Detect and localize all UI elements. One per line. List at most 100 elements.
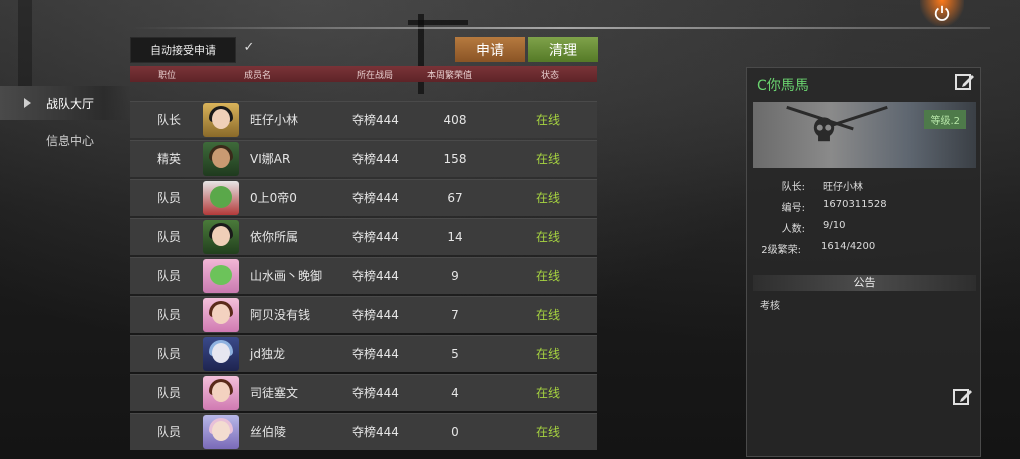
- table-row[interactable]: 精英 VI娜AR 夺榜444 158 在线: [130, 140, 597, 177]
- member-status: 在线: [535, 347, 560, 361]
- member-status: 在线: [535, 191, 560, 205]
- member-name: 旺仔小林: [250, 113, 299, 127]
- member-zone: 夺榜444: [352, 191, 399, 205]
- member-name: VI娜AR: [250, 152, 291, 166]
- member-score: 9: [451, 269, 459, 283]
- table-row[interactable]: 队员 司徒塞文 夺榜444 4 在线: [130, 374, 597, 411]
- team-emblem: 等级.2: [753, 102, 976, 168]
- table-row[interactable]: 队员 依你所属 夺榜444 14 在线: [130, 218, 597, 255]
- avatar: [203, 415, 239, 449]
- header-zone: 所在战局: [357, 71, 394, 81]
- table-row[interactable]: 队员 丝伯陵 夺榜444 0 在线: [130, 413, 597, 450]
- nav-item-info-center[interactable]: 信息中心: [0, 123, 130, 157]
- skull-emblem-icon: [813, 117, 835, 142]
- apply-button[interactable]: 申请: [455, 37, 525, 62]
- member-status: 在线: [535, 152, 560, 166]
- member-name: 0上0帝0: [250, 191, 297, 205]
- member-status: 在线: [535, 230, 560, 244]
- table-row[interactable]: 队员 0上0帝0 夺榜444 67 在线: [130, 179, 597, 216]
- table-row[interactable]: 队员 jd独龙 夺榜444 5 在线: [130, 335, 597, 372]
- power-button[interactable]: [920, 0, 964, 26]
- header-role: 职位: [158, 71, 177, 81]
- avatar: [203, 298, 239, 332]
- member-zone: 夺榜444: [352, 386, 399, 400]
- member-role: 队员: [156, 191, 181, 205]
- member-zone: 夺榜444: [352, 308, 399, 322]
- member-role: 队长: [156, 113, 181, 127]
- member-zone: 夺榜444: [352, 230, 399, 244]
- table-row[interactable]: 队员 阿贝没有钱 夺榜444 7 在线: [130, 296, 597, 333]
- nav-item-label: 信息中心: [46, 133, 95, 148]
- member-score: 4: [451, 386, 459, 400]
- member-status: 在线: [535, 113, 560, 127]
- prosperity-value: 1614/4200: [821, 241, 876, 252]
- edit-icon: [953, 389, 972, 405]
- member-score: 14: [447, 230, 463, 244]
- captain-label: 队长:: [781, 182, 805, 193]
- member-list: 队长 旺仔小林 夺榜444 408 在线 精英 VI娜AR 夺榜444 158 …: [130, 101, 597, 452]
- prosperity-label: 2级繁荣:: [761, 245, 801, 256]
- auto-accept-label: 自动接受申请: [130, 37, 236, 63]
- team-info-panel: C你馬馬 等级.2 队长: 旺仔小林 编号: 1670311528 人数: 9/…: [746, 67, 981, 457]
- checkmark-icon: ✓: [243, 40, 255, 55]
- table-row[interactable]: 队员 山水画丶晚御 夺榜444 9 在线: [130, 257, 597, 294]
- member-name: 丝伯陵: [250, 425, 287, 439]
- member-status: 在线: [535, 425, 560, 439]
- id-value: 1670311528: [823, 199, 887, 210]
- member-role: 队员: [156, 269, 181, 283]
- notice-text: 考核: [760, 301, 780, 312]
- member-role: 队员: [156, 347, 181, 361]
- count-value: 9/10: [823, 220, 846, 231]
- member-role: 队员: [156, 230, 181, 244]
- background-tree: [18, 0, 32, 90]
- member-name: jd独龙: [250, 347, 285, 361]
- table-row[interactable]: 队长 旺仔小林 夺榜444 408 在线: [130, 101, 597, 138]
- header-name: 成员名: [244, 71, 272, 81]
- member-status: 在线: [535, 386, 560, 400]
- avatar: [203, 103, 239, 137]
- member-score: 158: [443, 152, 467, 166]
- avatar: [203, 220, 239, 254]
- edit-notice-button[interactable]: [952, 386, 974, 408]
- avatar: [203, 337, 239, 371]
- member-score: 7: [451, 308, 459, 322]
- arrow-right-icon: [24, 98, 31, 108]
- clear-button[interactable]: 清理: [528, 37, 598, 62]
- auto-accept-checkbox[interactable]: ✓: [242, 41, 256, 55]
- count-label: 人数:: [781, 224, 805, 235]
- member-status: 在线: [535, 308, 560, 322]
- nav-item-team-hall[interactable]: 战队大厅: [0, 86, 130, 120]
- member-status: 在线: [535, 269, 560, 283]
- member-score: 0: [451, 425, 459, 439]
- member-name: 阿贝没有钱: [250, 308, 311, 322]
- member-zone: 夺榜444: [352, 269, 399, 283]
- background-pole: [418, 14, 424, 94]
- member-zone: 夺榜444: [352, 347, 399, 361]
- header-score: 本周繁荣值: [427, 71, 473, 81]
- avatar: [203, 142, 239, 176]
- member-zone: 夺榜444: [352, 113, 399, 127]
- header-status: 状态: [541, 71, 560, 81]
- power-icon: [934, 5, 950, 21]
- member-score: 67: [447, 191, 463, 205]
- member-table-header: 职位 成员名 所在战局 本周繁荣值 状态: [130, 66, 597, 82]
- side-nav: 战队大厅 信息中心: [0, 86, 130, 157]
- edit-team-button[interactable]: [954, 71, 976, 93]
- team-name: C你馬馬: [757, 78, 809, 94]
- nav-item-label: 战队大厅: [46, 96, 95, 111]
- member-role: 队员: [156, 425, 181, 439]
- captain-value: 旺仔小林: [823, 182, 863, 193]
- avatar: [203, 376, 239, 410]
- member-zone: 夺榜444: [352, 425, 399, 439]
- team-level-badge: 等级.2: [924, 110, 966, 129]
- member-role: 队员: [156, 308, 181, 322]
- avatar: [203, 259, 239, 293]
- member-name: 山水画丶晚御: [250, 269, 323, 283]
- top-divider: [130, 27, 990, 29]
- member-score: 408: [443, 113, 467, 127]
- member-name: 依你所属: [250, 230, 299, 244]
- avatar: [203, 181, 239, 215]
- member-role: 队员: [156, 386, 181, 400]
- member-zone: 夺榜444: [352, 152, 399, 166]
- member-role: 精英: [156, 152, 181, 166]
